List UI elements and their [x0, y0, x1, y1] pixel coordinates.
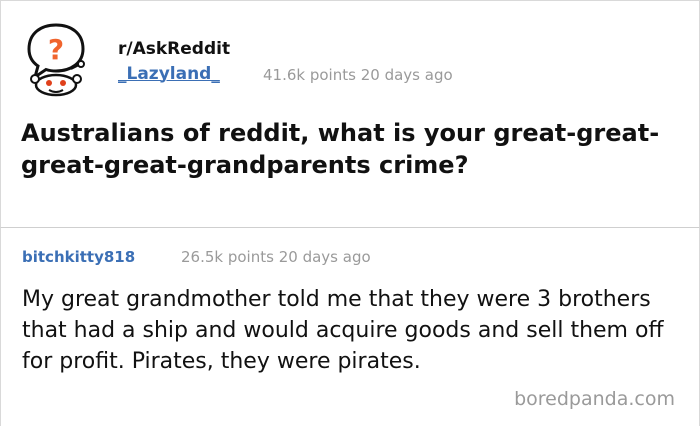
comment-points: 26.5k points	[181, 248, 274, 266]
svg-text:?: ?	[48, 33, 64, 66]
comment-meta: 26.5k points 20 days ago	[181, 248, 371, 266]
post-title[interactable]: Australians of reddit, what is your grea…	[21, 117, 681, 181]
post-author-link[interactable]: _Lazyland_	[118, 64, 220, 84]
boredpanda-watermark: boredpanda.com	[514, 388, 675, 410]
comment-body: My great grandmother told me that they w…	[22, 287, 664, 374]
post-meta: 41.6k points 20 days ago	[263, 66, 453, 84]
askreddit-snoo-question-icon: ?	[21, 21, 91, 97]
post-card: ? r/AskReddit _Lazyland_ 41.6k points 20…	[0, 0, 700, 228]
comment-author-link[interactable]: bitchkitty818	[22, 248, 135, 266]
post-age: 20 days ago	[360, 66, 453, 84]
post-points: 41.6k points	[263, 66, 356, 84]
comment-card: bitchkitty818 26.5k points 20 days ago M…	[0, 228, 700, 426]
comment-age: 20 days ago	[278, 248, 371, 266]
subreddit-name[interactable]: r/AskReddit	[118, 39, 230, 59]
